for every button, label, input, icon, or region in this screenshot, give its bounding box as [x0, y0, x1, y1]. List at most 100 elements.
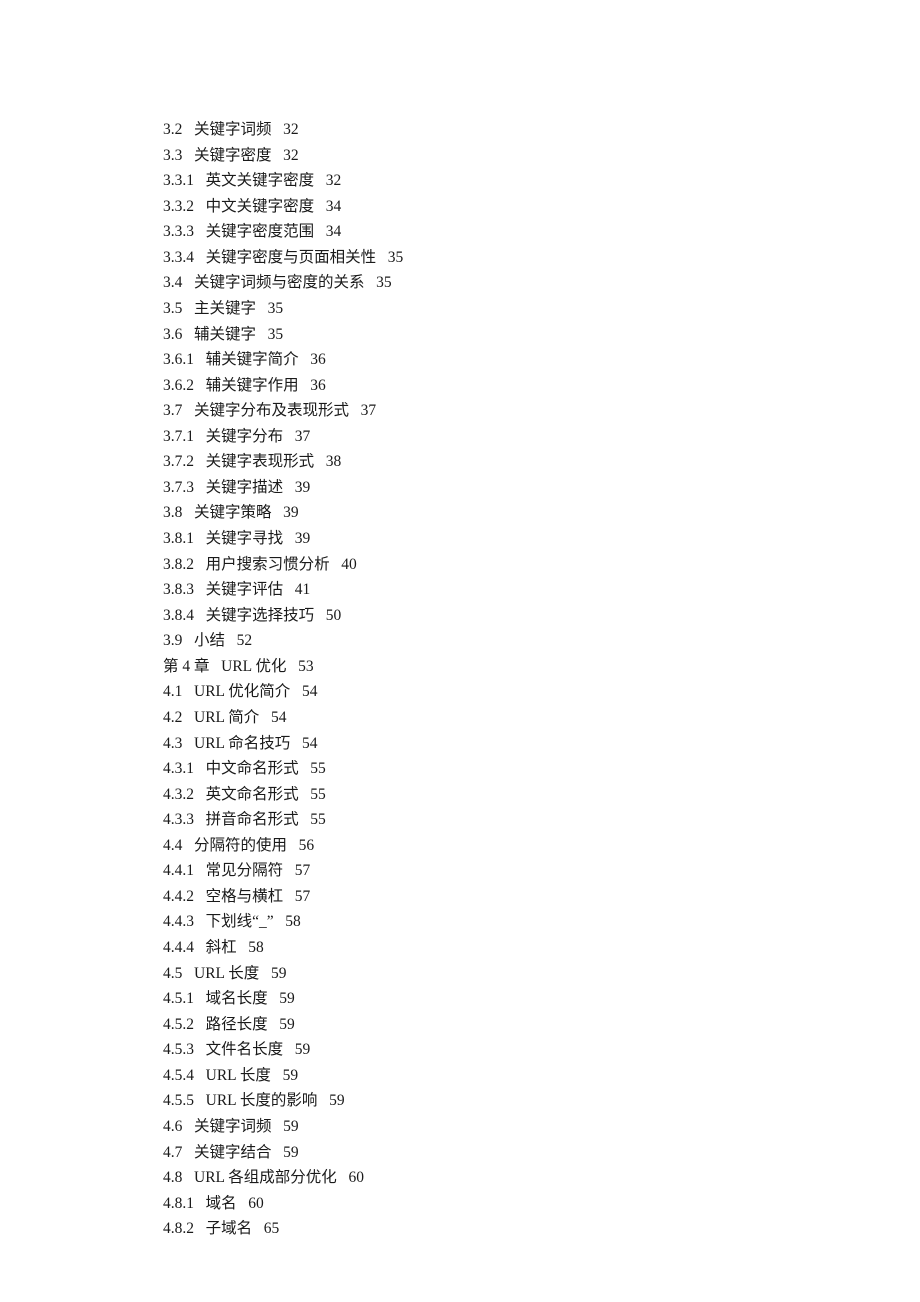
toc-entry-title: URL 优化简介: [194, 683, 290, 700]
toc-entry-page: 65: [264, 1220, 280, 1237]
toc-entry-page: 54: [302, 735, 318, 752]
toc-entry-number: 3.2: [163, 118, 182, 142]
toc-entry-page: 39: [283, 504, 299, 521]
toc-entry-title: URL 长度: [206, 1067, 271, 1084]
toc-entry-number: 3.3.3: [163, 220, 194, 244]
toc-entry-number: 3.4: [163, 271, 182, 295]
toc-entry-page: 40: [341, 556, 357, 573]
toc-entry-number: 3.3: [163, 144, 182, 168]
toc-entry-title: URL 各组成部分优化: [194, 1169, 337, 1186]
toc-entry: 4.5.4 URL 长度 59: [163, 1064, 920, 1088]
toc-entry-title: 路径长度: [206, 1016, 268, 1033]
toc-entry-number: 4.3.3: [163, 808, 194, 832]
toc-entry: 3.2 关键字词频 32: [163, 118, 920, 142]
toc-entry-title: 文件名长度: [206, 1041, 284, 1058]
toc-entry-page: 60: [348, 1169, 364, 1186]
toc-entry: 4.8 URL 各组成部分优化 60: [163, 1166, 920, 1190]
toc-entry-page: 55: [310, 760, 326, 777]
toc-entry-title: 拼音命名形式: [206, 811, 299, 828]
toc-entry-page: 58: [285, 913, 301, 930]
toc-entry-page: 36: [310, 377, 326, 394]
toc-entry-number: 4.4.2: [163, 885, 194, 909]
toc-entry-title: 关键字结合: [194, 1144, 272, 1161]
toc-entry-title: 用户搜索习惯分析: [206, 556, 330, 573]
toc-entry-page: 53: [298, 658, 314, 675]
toc-entry: 4.4.2 空格与横杠 57: [163, 885, 920, 909]
toc-entry-page: 60: [248, 1195, 264, 1212]
toc-entry-page: 37: [361, 402, 377, 419]
toc-entry-number: 4.4.1: [163, 859, 194, 883]
toc-entry: 3.3.4 关键字密度与页面相关性 35: [163, 246, 920, 270]
toc-entry-title: 主关键字: [194, 300, 256, 317]
toc-entry-page: 32: [326, 172, 342, 189]
toc-entry-number: 4.3.2: [163, 783, 194, 807]
toc-entry-title: 关键字表现形式: [206, 453, 315, 470]
toc-entry-number: 3.7.2: [163, 450, 194, 474]
toc-entry: 4.5 URL 长度 59: [163, 962, 920, 986]
toc-entry: 4.2 URL 简介 54: [163, 706, 920, 730]
toc-entry-number: 3.7: [163, 399, 182, 423]
toc-entry: 第 4 章 URL 优化 53: [163, 655, 920, 679]
toc-entry-page: 57: [295, 862, 311, 879]
toc-entry-page: 35: [268, 300, 284, 317]
toc-entry-title: 关键字分布及表现形式: [194, 402, 349, 419]
toc-entry: 4.4.3 下划线“_” 58: [163, 910, 920, 934]
toc-entry-title: 关键字词频与密度的关系: [194, 274, 365, 291]
toc-entry-number: 4.5.2: [163, 1013, 194, 1037]
toc-entry-title: 分隔符的使用: [194, 837, 287, 854]
toc-entry-page: 35: [388, 249, 404, 266]
toc-entry-number: 4.3.1: [163, 757, 194, 781]
toc-entry-number: 3.9: [163, 629, 182, 653]
toc-entry-title: 关键字密度与页面相关性: [206, 249, 377, 266]
toc-entry-title: 关键字描述: [206, 479, 284, 496]
toc-entry-number: 3.8.4: [163, 604, 194, 628]
toc-entry-page: 50: [326, 607, 342, 624]
toc-entry: 4.5.5 URL 长度的影响 59: [163, 1089, 920, 1113]
toc-entry-title: 中文命名形式: [206, 760, 299, 777]
toc-entry-title: 中文关键字密度: [206, 198, 315, 215]
toc-entry-title: 关键字选择技巧: [206, 607, 315, 624]
toc-entry-title: 下划线“_”: [206, 913, 274, 930]
toc-entry-number: 3.3.1: [163, 169, 194, 193]
toc-entry-number: 4.4: [163, 834, 182, 858]
toc-list: 3.2 关键字词频 323.3 关键字密度 323.3.1 英文关键字密度 32…: [163, 118, 920, 1241]
toc-entry-title: 斜杠: [206, 939, 237, 956]
toc-entry: 4.3.3 拼音命名形式 55: [163, 808, 920, 832]
toc-entry-page: 56: [299, 837, 315, 854]
toc-entry: 4.5.3 文件名长度 59: [163, 1038, 920, 1062]
toc-entry-title: 关键字策略: [194, 504, 272, 521]
toc-entry-page: 34: [326, 198, 342, 215]
toc-entry-number: 4.3: [163, 732, 182, 756]
toc-entry: 4.5.1 域名长度 59: [163, 987, 920, 1011]
toc-entry-title: 关键字分布: [206, 428, 284, 445]
toc-entry-page: 32: [283, 147, 299, 164]
toc-entry: 4.5.2 路径长度 59: [163, 1013, 920, 1037]
toc-entry-title: 关键字寻找: [206, 530, 284, 547]
toc-entry-title: 英文命名形式: [206, 786, 299, 803]
toc-entry-number: 第 4 章: [163, 655, 210, 679]
toc-entry-title: 子域名: [206, 1220, 253, 1237]
toc-entry-title: URL 长度的影响: [206, 1092, 318, 1109]
toc-entry: 3.6.2 辅关键字作用 36: [163, 374, 920, 398]
toc-entry-number: 3.5: [163, 297, 182, 321]
toc-entry-title: 域名长度: [206, 990, 268, 1007]
toc-entry-page: 57: [295, 888, 311, 905]
toc-entry-number: 4.5.4: [163, 1064, 194, 1088]
toc-entry-title: 关键字词频: [194, 121, 272, 138]
toc-entry-page: 59: [283, 1118, 299, 1135]
toc-entry-title: 辅关键字: [194, 326, 256, 343]
toc-entry-number: 3.8.1: [163, 527, 194, 551]
toc-entry: 4.7 关键字结合 59: [163, 1141, 920, 1165]
toc-entry-page: 36: [310, 351, 326, 368]
toc-entry-page: 54: [302, 683, 318, 700]
toc-entry-page: 35: [268, 326, 284, 343]
toc-entry: 3.6 辅关键字 35: [163, 323, 920, 347]
toc-entry-title: 关键字词频: [194, 1118, 272, 1135]
toc-entry-page: 58: [248, 939, 264, 956]
toc-entry-page: 55: [310, 811, 326, 828]
toc-entry-page: 37: [295, 428, 311, 445]
toc-entry: 3.3.2 中文关键字密度 34: [163, 195, 920, 219]
toc-entry-page: 54: [271, 709, 287, 726]
toc-entry: 4.8.1 域名 60: [163, 1192, 920, 1216]
toc-entry-number: 4.8.1: [163, 1192, 194, 1216]
